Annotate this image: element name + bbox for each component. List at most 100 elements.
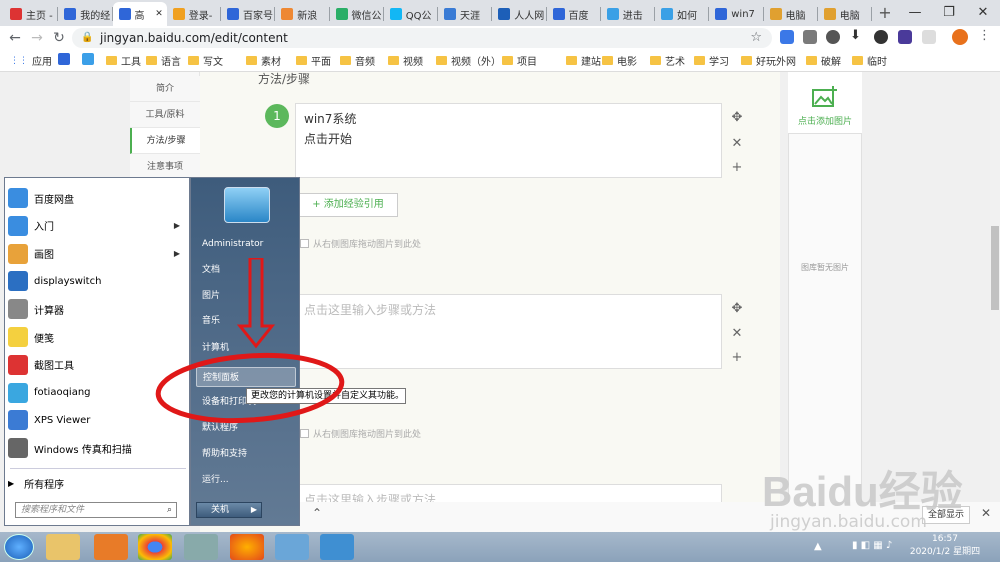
add-icon[interactable]: + [730, 350, 744, 365]
add-icon[interactable]: + [730, 160, 744, 175]
close-icon[interactable]: ✕ [981, 506, 991, 520]
ia-extension-icon[interactable] [898, 30, 912, 44]
bookmark-item[interactable]: 学习 [694, 53, 729, 68]
tab-15[interactable]: 电脑 [818, 2, 872, 26]
bookmark-item[interactable] [82, 53, 98, 65]
user-picture[interactable] [224, 187, 270, 223]
add-reference-button[interactable]: + 添加经验引用 [298, 193, 398, 217]
new-tab-button[interactable]: + [876, 3, 894, 23]
shutdown-button[interactable]: 关机 ▶ [196, 502, 262, 518]
bookmark-item[interactable]: ⋮⋮ 应用 [10, 53, 52, 69]
step-2-editor[interactable]: 点击这里输入步骤或方法 [295, 294, 722, 369]
back-icon[interactable]: ← [4, 26, 26, 50]
tab-4[interactable]: 百家号 [221, 2, 276, 26]
tab-8[interactable]: 天涯 [438, 2, 493, 26]
bookmark-item[interactable]: 临时 [852, 53, 887, 68]
bookmark-item[interactable]: 视频（外） [436, 53, 501, 68]
bookmark-star-icon[interactable]: ☆ [750, 28, 762, 48]
start-program-item[interactable]: 入门 ▶ [8, 213, 188, 239]
bookmark-item[interactable]: 素材 [246, 53, 281, 68]
tab-14[interactable]: 电脑 [764, 2, 818, 26]
tray-icons[interactable]: ▮ ◧ ▦ ♪ [852, 540, 912, 554]
start-orb-icon[interactable] [4, 534, 34, 560]
delete-icon[interactable]: ✕ [730, 326, 744, 341]
bookmark-item[interactable]: 建站 [566, 53, 601, 68]
bookmark-item[interactable]: 艺术 [650, 53, 685, 68]
move-icon[interactable]: ✥ [730, 301, 744, 316]
move-icon[interactable]: ✥ [730, 110, 744, 125]
bookmark-item[interactable]: 破解 [806, 53, 841, 68]
user-name[interactable]: Administrator [202, 239, 263, 249]
media-player-taskbar-icon[interactable] [94, 534, 128, 560]
left-nav-item[interactable]: 简介 [130, 76, 200, 102]
bookmark-item[interactable]: 项目 [502, 53, 537, 68]
folder-icon [852, 56, 863, 65]
bookmark-item[interactable]: 写文 [188, 53, 223, 68]
bookmark-item[interactable]: 电影 [602, 53, 637, 68]
translate-extension-icon[interactable] [780, 30, 794, 44]
bookmark-item[interactable]: 平面 [296, 53, 331, 68]
tab-0[interactable]: 主页 - [4, 2, 59, 26]
tag-extension-icon[interactable] [922, 30, 936, 44]
bookmark-item[interactable]: 视频 [388, 53, 423, 68]
tab-11[interactable]: 进击 [601, 2, 655, 26]
menu-icon[interactable]: ⋮ [978, 28, 991, 43]
close-window-button[interactable]: ✕ [966, 0, 1000, 26]
start-program-item[interactable]: 百度网盘 [8, 185, 188, 211]
checkbox-icon[interactable] [300, 429, 309, 438]
start-program-item[interactable]: Windows 传真和扫描 [8, 435, 188, 461]
eye-extension-icon[interactable] [826, 30, 840, 44]
download-manager-icon[interactable] [874, 30, 888, 44]
program-label: Windows 传真和扫描 [34, 444, 132, 456]
left-nav-item[interactable]: 工具/原料 [130, 102, 200, 128]
chevron-up-icon[interactable]: ⌃ [312, 506, 322, 520]
bookmark-item[interactable]: 工具 [106, 53, 141, 68]
chrome-taskbar-icon[interactable] [138, 534, 172, 560]
extension-icon[interactable] [803, 30, 817, 44]
tab-1[interactable]: 我的经 [58, 2, 113, 26]
step-3-editor[interactable]: 点击这里输入步骤或方法 [295, 484, 722, 504]
delete-icon[interactable]: ✕ [730, 136, 744, 151]
clock-date: 2020/1/2 星期四 [909, 547, 981, 557]
tab-10[interactable]: 百度 [547, 2, 601, 26]
paint-taskbar-icon[interactable] [275, 534, 309, 560]
bookmark-item[interactable] [58, 53, 74, 65]
app-taskbar-icon[interactable] [184, 534, 218, 560]
tray-arrow-icon[interactable]: ▲ [814, 541, 822, 552]
display-taskbar-icon[interactable] [320, 534, 354, 560]
tab-2[interactable]: 高 ✕ [112, 2, 167, 26]
step-1-editor[interactable]: win7系统 点击开始 [295, 103, 722, 178]
tab-5[interactable]: 新浪 [275, 2, 330, 26]
download-icon[interactable]: ⬇ [850, 28, 861, 43]
add-image-button[interactable]: 点击添加图片 [788, 72, 862, 134]
tab-9[interactable]: 人人网 [492, 2, 547, 26]
tab-12[interactable]: 如何 [655, 2, 710, 26]
bookmark-item[interactable]: 语言 [146, 53, 181, 68]
tab-close-icon[interactable]: ✕ [155, 9, 163, 19]
explorer-taskbar-icon[interactable] [46, 534, 80, 560]
restore-button[interactable]: ❐ [932, 0, 966, 26]
start-search-input[interactable]: 搜索程序和文件 ⌕ [15, 502, 177, 518]
tab-3[interactable]: 登录- [167, 2, 221, 26]
tab-13[interactable]: win7 [709, 2, 764, 26]
divider [10, 468, 186, 469]
profile-avatar[interactable] [952, 29, 968, 45]
checkbox-icon[interactable] [300, 239, 309, 248]
clock[interactable]: 16:57 2020/1/2 星期四 [905, 533, 985, 561]
minimize-button[interactable]: — [898, 0, 932, 26]
scrollbar-thumb[interactable] [991, 226, 999, 310]
firefox-taskbar-icon[interactable] [230, 534, 264, 560]
reload-icon[interactable]: ↻ [48, 26, 70, 50]
left-nav-item[interactable]: 方法/步骤 [130, 128, 200, 154]
start-right-link[interactable]: 运行... [196, 470, 296, 490]
tab-7[interactable]: QQ公 [384, 2, 438, 26]
forward-icon[interactable]: → [26, 26, 48, 50]
start-right-link[interactable]: 帮助和支持 [196, 444, 296, 464]
folder-icon [296, 56, 307, 65]
bookmark-item[interactable]: 音频 [340, 53, 375, 68]
all-programs[interactable]: ▶ 所有程序 [8, 470, 188, 496]
tab-6[interactable]: 微信公 [330, 2, 384, 26]
bookmark-item[interactable]: 好玩外网 [741, 53, 796, 68]
address-bar[interactable]: 🔒 jingyan.baidu.com/edit/content ☆ [72, 28, 772, 48]
arrow-right-icon[interactable]: ▶ [251, 503, 257, 517]
